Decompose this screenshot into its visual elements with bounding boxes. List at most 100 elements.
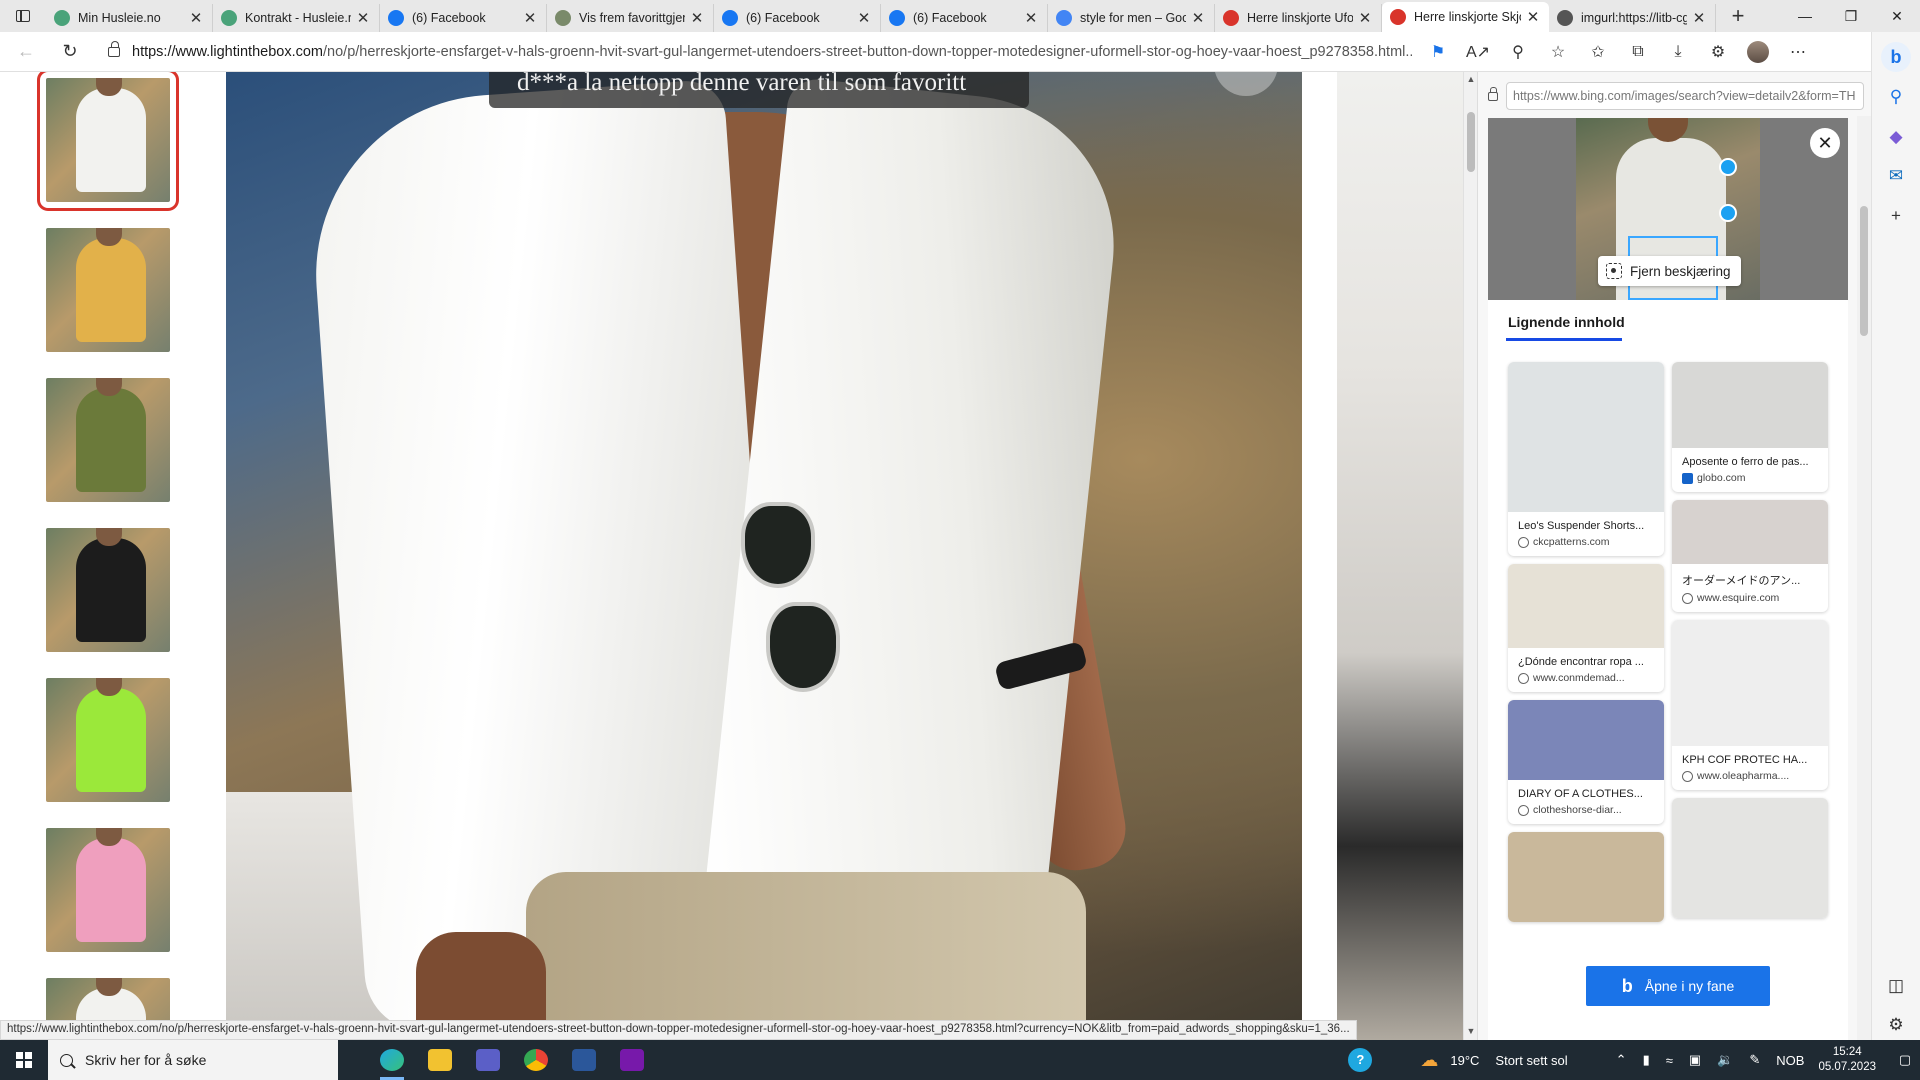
result-card[interactable] xyxy=(1508,832,1664,922)
open-in-new-tab-button[interactable]: b Åpne i ny fane xyxy=(1586,966,1770,1006)
new-tab-button[interactable]: + xyxy=(1722,2,1754,30)
result-image[interactable] xyxy=(1508,564,1664,648)
result-card[interactable]: KPH COF PROTEC HA... www.oleapharma.... xyxy=(1672,620,1828,790)
taskbar-search[interactable]: Skriv her for å søke xyxy=(48,1040,338,1080)
browser-tab[interactable]: (6) Facebook ✕ xyxy=(881,4,1048,32)
crop-handle[interactable] xyxy=(1719,204,1737,222)
result-source[interactable]: ckcpatterns.com xyxy=(1508,532,1664,556)
product-thumbnail[interactable] xyxy=(37,72,179,211)
result-card[interactable] xyxy=(1672,798,1828,918)
address-bar[interactable]: https://www.lightinthebox.com/no/p/herre… xyxy=(132,44,1412,60)
panel-scroll-thumb[interactable] xyxy=(1860,206,1868,336)
help-icon[interactable]: ? xyxy=(1348,1048,1373,1072)
panel-scrollbar[interactable] xyxy=(1857,116,1871,1040)
shopping-icon[interactable]: ◆ xyxy=(1880,122,1912,152)
panel-url-field[interactable]: https://www.bing.com/images/search?view=… xyxy=(1506,82,1864,110)
downloads-icon[interactable]: ⤓ xyxy=(1658,36,1698,68)
close-tab-icon[interactable]: ✕ xyxy=(522,9,538,27)
result-image[interactable] xyxy=(1508,700,1664,780)
scroll-down-arrow[interactable]: ▼ xyxy=(1464,1026,1478,1036)
close-tab-icon[interactable]: ✕ xyxy=(1525,8,1541,26)
browser-tab[interactable]: style for men – Google ✕ xyxy=(1048,4,1215,32)
refresh-button[interactable]: ↻ xyxy=(52,36,88,68)
word-icon[interactable] xyxy=(560,1040,608,1080)
product-thumbnail[interactable] xyxy=(46,678,170,802)
notification-icon[interactable]: ▢ xyxy=(1890,1040,1920,1080)
result-caption[interactable]: ¿Dónde encontrar ropa ... xyxy=(1508,648,1664,668)
start-button[interactable] xyxy=(0,1040,48,1080)
product-thumbnail[interactable] xyxy=(46,828,170,952)
page-scroll-thumb[interactable] xyxy=(1467,112,1475,172)
browser-tab[interactable]: (6) Facebook ✕ xyxy=(714,4,881,32)
result-image[interactable] xyxy=(1672,500,1828,564)
result-source[interactable]: globo.com xyxy=(1672,468,1828,492)
result-image[interactable] xyxy=(1508,362,1664,512)
scroll-up-arrow[interactable]: ▲ xyxy=(1464,74,1478,84)
result-card[interactable]: オーダーメイドのアン... www.esquire.com xyxy=(1672,500,1828,612)
close-tab-icon[interactable]: ✕ xyxy=(1190,9,1206,27)
add-sidebar-icon[interactable]: + xyxy=(1880,201,1912,231)
close-window-button[interactable]: ✕ xyxy=(1874,0,1920,32)
shopping-tag-icon[interactable]: ⚑ xyxy=(1418,36,1458,68)
product-thumbnail[interactable] xyxy=(46,378,170,502)
close-tab-icon[interactable]: ✕ xyxy=(1357,9,1373,27)
remove-crop-button[interactable]: Fjern beskjæring xyxy=(1598,256,1741,286)
result-card[interactable]: DIARY OF A CLOTHES... clotheshorse-diar..… xyxy=(1508,700,1664,824)
close-tab-icon[interactable]: ✕ xyxy=(188,9,204,27)
close-tab-icon[interactable]: ✕ xyxy=(1023,9,1039,27)
result-source[interactable]: clotheshorse-diar... xyxy=(1508,800,1664,824)
result-caption[interactable]: オーダーメイドのアン... xyxy=(1672,564,1828,588)
page-scrollbar[interactable]: ▲ ▼ xyxy=(1463,72,1477,1040)
tab-actions-button[interactable] xyxy=(0,0,46,32)
result-caption[interactable]: Aposente o ferro de pas... xyxy=(1672,448,1828,468)
back-button[interactable]: ← xyxy=(8,36,44,68)
profile-button[interactable] xyxy=(1738,36,1778,68)
result-image[interactable] xyxy=(1672,620,1828,746)
teams-icon[interactable] xyxy=(464,1040,512,1080)
result-source[interactable]: www.conmdemad... xyxy=(1508,668,1664,692)
edge-app-icon[interactable] xyxy=(368,1040,416,1080)
bing-chat-button[interactable]: b xyxy=(1880,42,1912,72)
onenote-icon[interactable] xyxy=(608,1040,656,1080)
read-aloud-icon[interactable]: A↗ xyxy=(1458,36,1498,68)
browser-tab[interactable]: imgurl:https://litb-cgis ✕ xyxy=(1549,4,1716,32)
battery-icon[interactable]: ▮ xyxy=(1643,1052,1650,1068)
favorites-icon[interactable]: ✩ xyxy=(1578,36,1618,68)
browser-tab[interactable]: Vis frem favorittgjenstander ✕ xyxy=(547,4,714,32)
product-thumbnail[interactable] xyxy=(46,528,170,652)
expand-image-button[interactable] xyxy=(1214,72,1278,96)
search-icon[interactable]: ⚲ xyxy=(1880,82,1912,112)
weather-temp[interactable]: 19°C xyxy=(1450,1053,1479,1068)
crop-handle[interactable] xyxy=(1719,158,1737,176)
pen-icon[interactable]: ✎ xyxy=(1749,1052,1760,1068)
collections-icon[interactable]: ⧉ xyxy=(1618,36,1658,68)
browser-tab[interactable]: Kontrakt - Husleie.no ✕ xyxy=(213,4,380,32)
tab-similar-content[interactable]: Lignende innhold xyxy=(1506,314,1625,341)
browser-tab[interactable]: Min Husleie.no ✕ xyxy=(46,4,213,32)
minimize-button[interactable]: — xyxy=(1782,0,1828,32)
sidebar-toggle-icon[interactable]: ◫ xyxy=(1880,971,1912,1001)
result-image[interactable] xyxy=(1672,362,1828,448)
lock-icon[interactable] xyxy=(108,40,120,57)
weather-desc[interactable]: Stort sett sol xyxy=(1495,1053,1567,1068)
result-card[interactable]: Leo's Suspender Shorts... ckcpatterns.com xyxy=(1508,362,1664,556)
result-source[interactable]: www.esquire.com xyxy=(1672,588,1828,612)
wifi-icon[interactable]: ≈ xyxy=(1666,1053,1673,1068)
main-product-photo[interactable]: d***a la nettopp denne varen til som fav… xyxy=(226,72,1302,1040)
result-card[interactable]: Aposente o ferro de pas... globo.com xyxy=(1672,362,1828,492)
chrome-icon[interactable] xyxy=(512,1040,560,1080)
result-caption[interactable]: KPH COF PROTEC HA... xyxy=(1672,746,1828,766)
settings-gear-icon[interactable]: ⚙ xyxy=(1880,1010,1912,1040)
next-product-photo[interactable] xyxy=(1337,72,1463,1040)
network-icon[interactable]: ▣ xyxy=(1689,1052,1701,1068)
close-icon[interactable]: ✕ xyxy=(1810,128,1840,158)
outlook-icon[interactable]: ✉ xyxy=(1880,161,1912,191)
result-caption[interactable]: DIARY OF A CLOTHES... xyxy=(1508,780,1664,800)
browser-tab[interactable]: Herre linskjorte Skjorte ✕ xyxy=(1382,2,1549,32)
close-tab-icon[interactable]: ✕ xyxy=(689,9,705,27)
favorite-star-icon[interactable]: ☆ xyxy=(1538,36,1578,68)
clock[interactable]: 15:24 05.07.2023 xyxy=(1818,1045,1876,1075)
result-image[interactable] xyxy=(1672,798,1828,918)
product-thumbnail[interactable] xyxy=(46,228,170,352)
zoom-icon[interactable]: ⚲ xyxy=(1498,36,1538,68)
